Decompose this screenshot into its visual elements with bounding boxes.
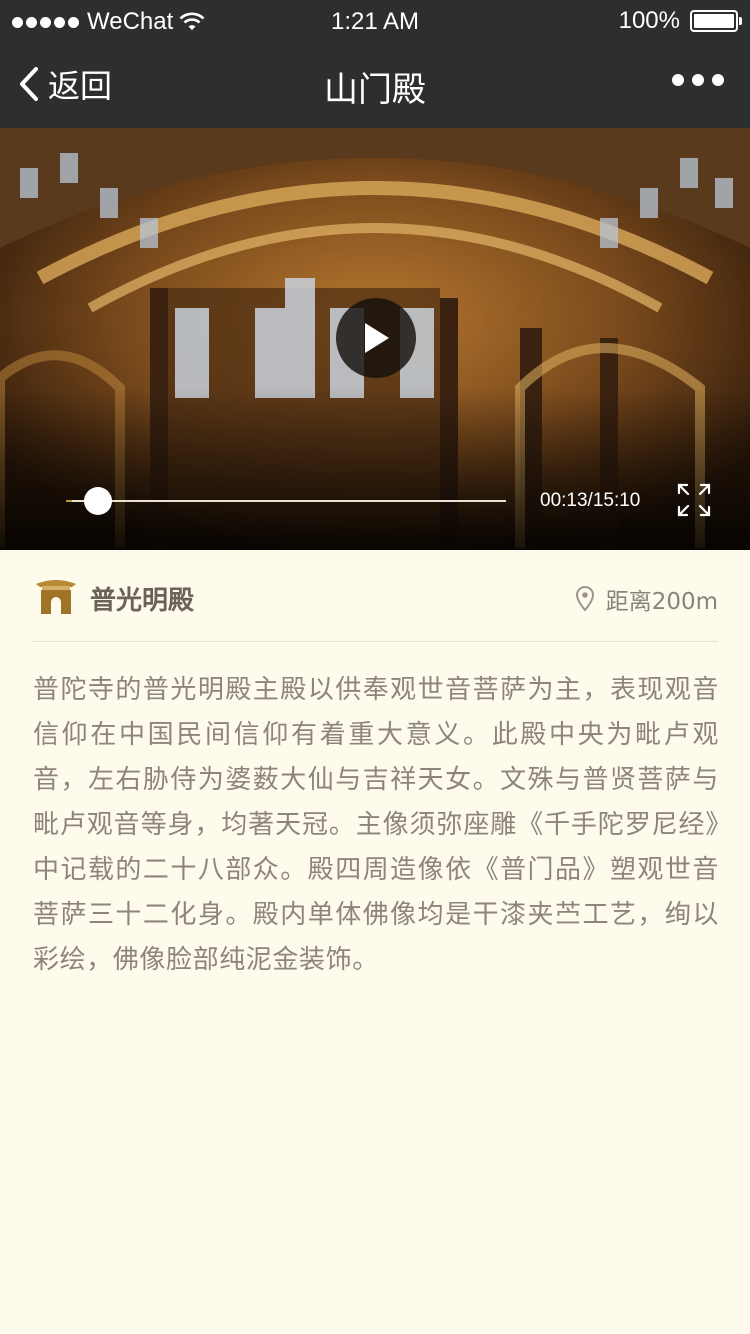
status-right: 100% (618, 7, 742, 35)
more-icon-dot (672, 74, 684, 86)
play-icon (365, 323, 389, 353)
video-player[interactable]: 00:13/15:10 (0, 128, 750, 550)
hall-name: 普光明殿 (90, 586, 195, 616)
play-button[interactable] (336, 298, 416, 378)
location-pin-icon (575, 586, 594, 612)
location-row: 普光明殿 距离200m (32, 550, 718, 642)
time-readout: 00:13/15:10 (540, 490, 641, 511)
more-button[interactable] (672, 74, 724, 86)
battery-percent: 100% (618, 7, 680, 34)
more-icon-dot (692, 74, 704, 86)
battery-icon (690, 10, 742, 32)
navigation-bar: 返回 山门殿 (0, 40, 750, 128)
fullscreen-icon[interactable] (676, 482, 712, 518)
progress-knob[interactable] (84, 487, 113, 515)
distance-label: 距离200m (605, 589, 718, 615)
video-progress-bar[interactable] (66, 487, 506, 515)
page-title: 山门殿 (324, 70, 426, 110)
status-bar: WeChat 1:21 AM 100% (0, 0, 750, 40)
more-icon-dot (712, 74, 724, 86)
hall-description: 普陀寺的普光明殿主殿以供奉观世音菩萨为主，表现观音信仰在中国民间信仰有着重大意义… (33, 675, 719, 975)
temple-icon (36, 580, 76, 614)
progress-played (66, 500, 73, 502)
distance-info: 距离200m (575, 582, 718, 616)
